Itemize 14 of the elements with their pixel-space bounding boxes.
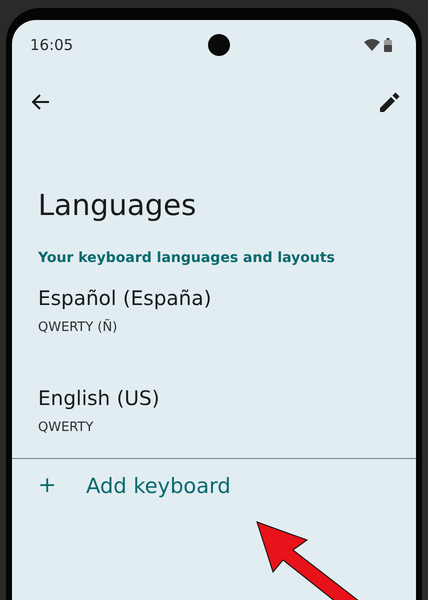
keyboard-language[interactable]: Español (España) (38, 266, 390, 310)
back-icon[interactable] (30, 93, 50, 111)
camera-hole (208, 34, 230, 56)
wifi-icon (364, 39, 380, 51)
pencil-icon[interactable] (380, 92, 400, 112)
keyboard-language[interactable]: English (US) (38, 366, 390, 410)
add-keyboard-link[interactable]: Add keyboard (86, 474, 231, 498)
battery-icon (384, 38, 392, 52)
keyboard-layout: QWERTY (Ñ) (38, 320, 118, 335)
status-time: 16:05 (30, 36, 74, 54)
page-title: Languages (38, 188, 198, 222)
plus-icon[interactable]: + (38, 473, 86, 498)
keyboard-layout: QWERTY (38, 420, 94, 435)
section-header: Your keyboard languages and layouts (38, 250, 336, 266)
